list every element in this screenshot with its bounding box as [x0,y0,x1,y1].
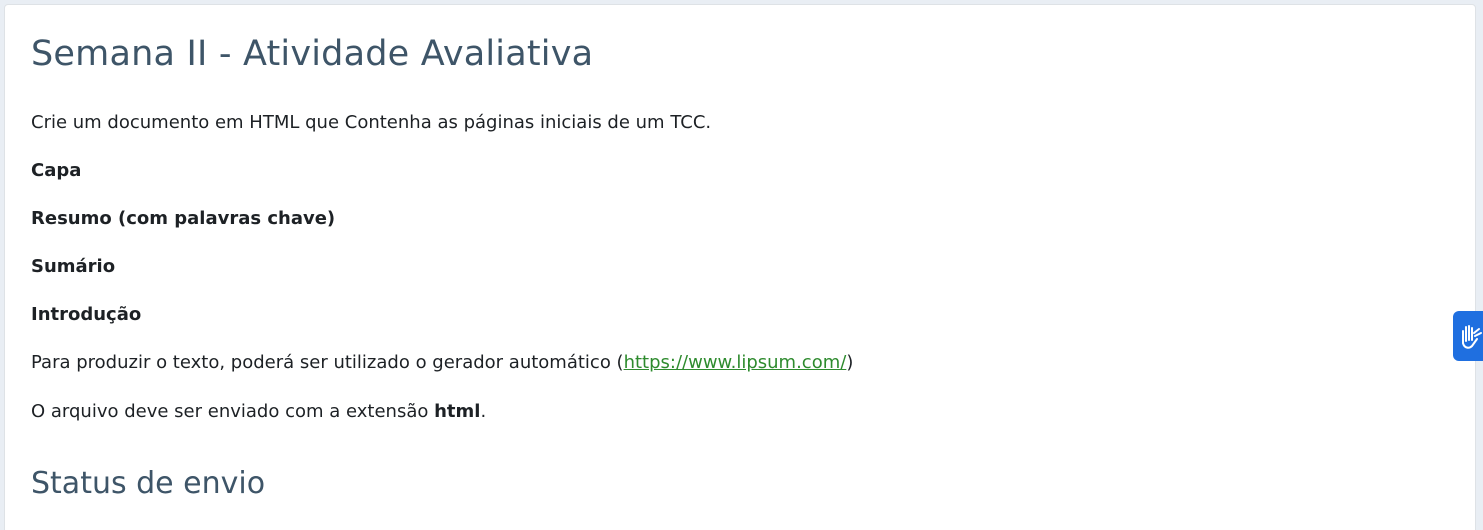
submission-status-heading: Status de envio [31,466,266,501]
lipsum-link[interactable]: https://www.lipsum.com/ [624,352,847,373]
generator-paragraph: Para produzir o texto, poderá ser utiliz… [31,351,853,375]
extension-html: html [434,401,481,422]
generator-suffix: ) [846,352,854,373]
accessibility-widget-button[interactable] [1453,311,1483,361]
item-resumo: Resumo (com palavras chave) [31,208,336,229]
activity-intro: Crie um documento em HTML que Contenha a… [31,112,712,133]
item-introducao: Introdução [31,304,142,325]
extension-suffix: . [480,401,487,422]
item-capa: Capa [31,160,82,181]
sign-language-hands-icon [1462,325,1482,349]
page-background: Semana II - Atividade Avaliativa Crie um… [0,0,1483,530]
page-title: Semana II - Atividade Avaliativa [31,34,594,74]
extension-prefix: O arquivo deve ser enviado com a extensã… [31,401,435,422]
item-sumario: Sumário [31,256,116,277]
extension-paragraph: O arquivo deve ser enviado com a extensã… [31,400,486,424]
activity-card: Semana II - Atividade Avaliativa Crie um… [4,4,1476,530]
generator-prefix: Para produzir o texto, poderá ser utiliz… [31,352,624,373]
